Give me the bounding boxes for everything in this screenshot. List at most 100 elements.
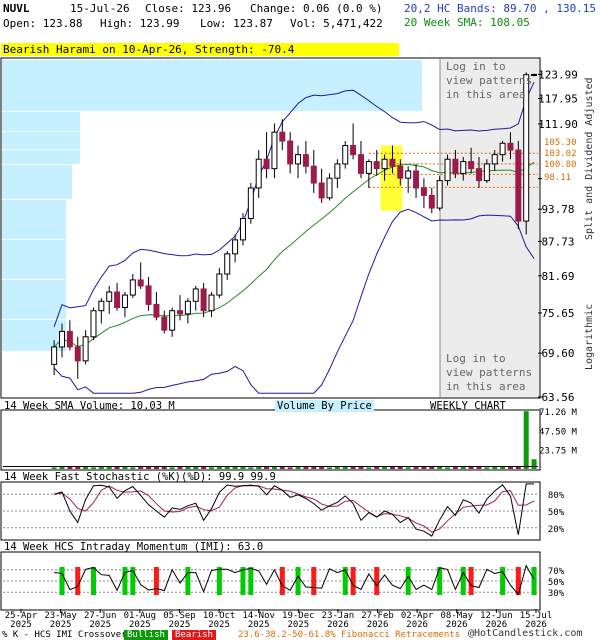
vbp-bar	[2, 280, 66, 319]
candle-body	[436, 180, 443, 209]
imi-crossover-bar	[153, 567, 159, 595]
candle-body	[184, 300, 191, 315]
stoch-tick-label: 80%	[548, 491, 565, 501]
candle-body	[271, 131, 278, 170]
volume-bar	[169, 467, 175, 469]
candle-body	[413, 170, 420, 189]
imi-bars: 70%50%30%	[3, 564, 565, 599]
candle-body	[302, 154, 309, 167]
candle-body	[444, 158, 451, 182]
volume-tick-label: 23.75 M	[539, 447, 578, 457]
candle-body	[145, 285, 152, 305]
volume-bar	[216, 467, 222, 469]
volume-bar	[413, 467, 419, 469]
imi-crossover-bar	[437, 567, 443, 595]
volume-tick-label: 47.50 M	[539, 427, 578, 437]
candle-body	[106, 291, 113, 302]
candle-body	[161, 316, 168, 331]
imi-crossover-bar	[59, 567, 65, 595]
candle-body	[405, 170, 412, 179]
price-tick-label: 111.90	[538, 118, 578, 131]
volume-bar	[59, 467, 65, 469]
volume-bar	[374, 467, 380, 469]
candle-body	[121, 294, 128, 309]
imi-crossover-bar	[405, 567, 411, 595]
candle-body	[491, 154, 498, 165]
volume-bar	[452, 467, 458, 469]
brand-watermark: @HotCandlestick.com	[468, 628, 583, 639]
fib-label-1: 105.30	[544, 138, 577, 148]
date-tick-year: 2025	[129, 620, 151, 630]
volume-bar	[382, 466, 388, 469]
candle-body	[365, 161, 372, 174]
vbp-bar	[2, 165, 72, 199]
candle-body	[216, 273, 223, 296]
imi-crossover-bar	[75, 567, 81, 595]
bearish-legend: Bearish	[172, 630, 216, 640]
stochastic-lines: 80% 50% 20%	[3, 483, 565, 537]
stoch-tick-label: 20%	[548, 525, 565, 535]
stoch-d-line	[54, 485, 535, 533]
fib-label-4: 98.11	[544, 173, 572, 183]
volume-bar	[445, 467, 451, 469]
candle-body	[279, 131, 286, 142]
login-prompt-top[interactable]: Log in to view patterns in this area	[446, 60, 538, 102]
vbp-bar	[2, 150, 80, 164]
imi-crossover-bar	[295, 567, 301, 595]
weekly-chart-label: WEEKLY CHART	[430, 400, 506, 412]
candle-body	[208, 294, 215, 312]
volume-bar	[256, 467, 262, 469]
volume-bar	[90, 467, 96, 469]
imi-crossover-bar	[185, 567, 191, 595]
date-tick-year: 2025	[50, 620, 72, 630]
volume-bar	[185, 466, 191, 469]
price-tick-label: 123.99	[538, 68, 578, 81]
candle-body	[310, 165, 317, 184]
volume-bar	[98, 467, 104, 469]
vbp-bar	[2, 200, 66, 239]
candle-body	[381, 158, 388, 170]
volume-bar	[327, 467, 333, 469]
imi-crossover-bar	[468, 567, 474, 595]
volume-bar	[130, 467, 136, 469]
candle-body	[263, 158, 270, 170]
volume-bar	[138, 467, 144, 469]
candle-body	[420, 187, 427, 196]
volume-bar	[484, 467, 490, 469]
vbp-bar	[2, 132, 80, 149]
candle-body	[137, 279, 144, 287]
stoch-tick-label: 50%	[548, 508, 565, 518]
split-adjusted-label: Split and Dividend Adjusted	[584, 77, 595, 240]
volume-bar	[334, 467, 340, 469]
candle-body	[169, 310, 176, 331]
login-prompt-bottom[interactable]: Log in to view patterns in this area	[446, 352, 538, 394]
candle-body	[475, 168, 482, 182]
volume-bar	[405, 467, 411, 469]
imi-crossover-bar	[248, 567, 254, 595]
candle-body	[318, 182, 325, 199]
price-tick-label: 117.95	[538, 92, 578, 105]
candle-body	[51, 346, 58, 365]
candle-body	[507, 142, 514, 151]
date-axis: 25-Apr202523-May202527-Jun202501-Aug2025…	[5, 609, 552, 630]
candle-body	[342, 145, 349, 165]
date-tick-year: 2025	[208, 620, 230, 630]
imi-crossover-bar	[90, 567, 96, 595]
fib-retracement-legend: 23.6-38.2-50-61.8% Fibonacci Retracement…	[238, 630, 461, 640]
imi-tick-label: 50%	[548, 578, 565, 588]
candle-body	[428, 194, 435, 209]
candle-body	[483, 163, 490, 182]
candle-body	[499, 142, 506, 156]
candle-body	[326, 177, 333, 199]
candle-body	[247, 187, 254, 219]
volume-bar	[421, 466, 427, 469]
imi-tick-label: 70%	[548, 567, 565, 577]
imi-crossover-bar	[515, 567, 521, 595]
volume-bar	[531, 459, 537, 469]
volume-bar	[366, 467, 372, 469]
candle-body	[74, 346, 81, 362]
price-axis: 123.99 117.95 111.90 93.78 87.73 81.69 75.65 69…	[538, 68, 578, 404]
candle-body	[114, 291, 121, 309]
candle-body	[334, 163, 341, 179]
fib-label-2: 103.02	[544, 149, 577, 159]
